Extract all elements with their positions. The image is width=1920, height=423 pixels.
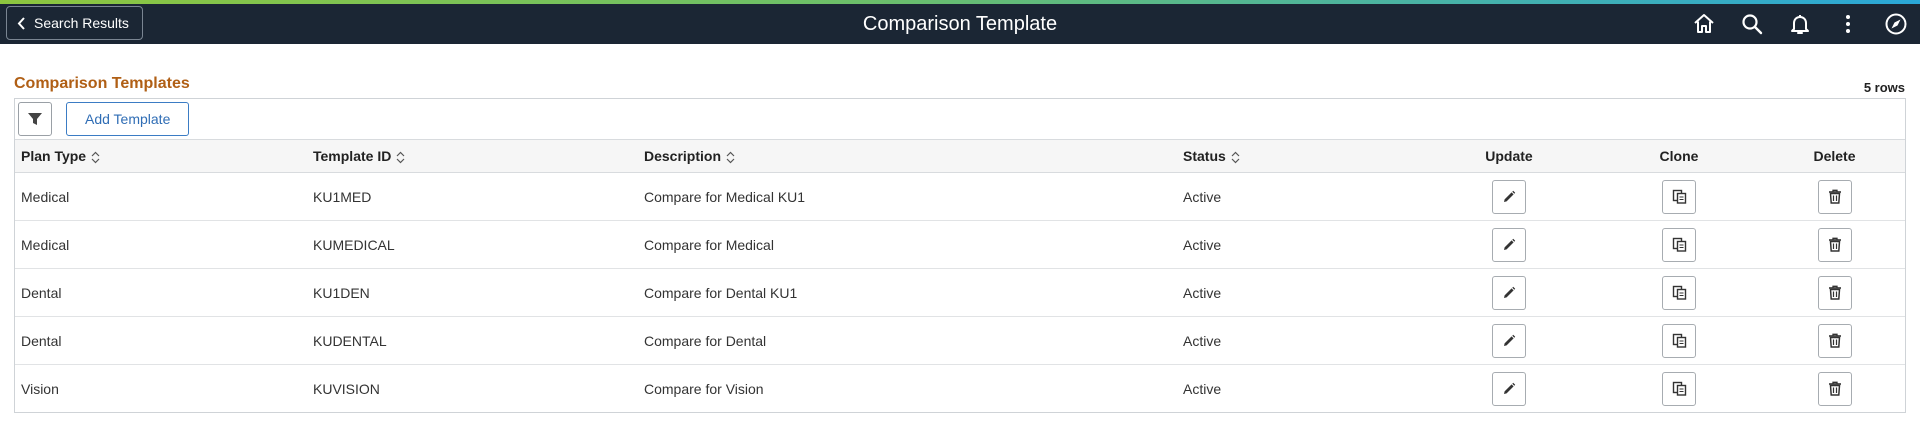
back-button[interactable]: Search Results (6, 6, 143, 40)
pencil-icon (1504, 334, 1516, 346)
col-header-clone: Clone (1594, 140, 1764, 173)
row-count: 5 rows (1863, 80, 1905, 95)
pencil-icon (1504, 190, 1516, 202)
clone-icon (1672, 333, 1686, 348)
cell-status: Active (1177, 172, 1424, 221)
cell-plan-type: Dental (15, 316, 307, 365)
delete-button[interactable] (1817, 323, 1852, 358)
cell-description: Compare for Vision (644, 380, 764, 397)
clone-button[interactable] (1662, 179, 1696, 214)
pencil-icon (1504, 238, 1516, 250)
col-header-plan-type[interactable]: Plan Type (15, 140, 307, 173)
table-row: Dental KU1DEN Compare for Dental KU1 Act… (15, 268, 1905, 317)
clone-button[interactable] (1662, 275, 1696, 310)
navbar-compass-icon (1885, 13, 1907, 35)
table-row: Vision KUVISION Compare for Vision Activ… (15, 365, 1905, 413)
cell-description: Compare for Medical (638, 220, 1177, 269)
trash-icon (1828, 237, 1841, 252)
add-template-button[interactable]: Add Template (66, 102, 190, 136)
table-row: Medical KUMEDICAL Compare for Medical Ac… (15, 220, 1905, 269)
home-button[interactable] (1680, 4, 1728, 44)
cell-plan-type: Vision (21, 380, 59, 397)
col-header-label: Description (644, 148, 722, 164)
page-title: Comparison Template (862, 13, 1058, 35)
update-button[interactable] (1492, 323, 1526, 358)
col-header-description[interactable]: Description (638, 140, 1177, 173)
table-header-row: Plan Type Template ID Description Status… (15, 140, 1905, 173)
cell-description: Compare for Dental KU1 (638, 268, 1177, 317)
table-row: Medical KU1MED Compare for Medical KU1 A… (15, 172, 1905, 221)
update-button[interactable] (1492, 227, 1526, 262)
table-row: Dental KUDENTAL Compare for Dental Activ… (15, 316, 1905, 365)
cell-description: Compare for Medical KU1 (638, 172, 1177, 221)
pencil-icon (1504, 382, 1516, 394)
cell-plan-type: Medical (15, 220, 307, 269)
search-button[interactable] (1728, 4, 1776, 44)
delete-button[interactable] (1817, 371, 1852, 406)
update-button[interactable] (1492, 371, 1526, 406)
cell-plan-type: Dental (15, 268, 307, 317)
trash-icon (1828, 381, 1841, 396)
templates-table: Plan Type Template ID Description Status… (15, 140, 1905, 412)
filter-icon (28, 113, 42, 125)
clone-icon (1672, 285, 1686, 300)
notifications-button[interactable] (1776, 4, 1824, 44)
col-header-label: Template ID (313, 148, 392, 164)
sort-icon (726, 151, 735, 164)
col-header-label: Plan Type (21, 148, 87, 164)
comparison-templates-grid: Add Template Plan Type Template ID Descr… (14, 98, 1906, 413)
pencil-icon (1504, 286, 1516, 298)
clone-icon (1672, 237, 1686, 252)
trash-icon (1828, 189, 1841, 204)
delete-button[interactable] (1817, 179, 1852, 214)
header-bar: Search Results Comparison Template (0, 4, 1920, 44)
actions-menu-icon (1846, 15, 1850, 33)
clone-button[interactable] (1662, 371, 1696, 406)
clone-icon (1672, 381, 1686, 396)
cell-template-id: KUMEDICAL (307, 220, 638, 269)
chevron-left-icon (17, 16, 25, 30)
trash-icon (1828, 333, 1841, 348)
cell-template-id: KU1DEN (307, 268, 638, 317)
update-button[interactable] (1492, 275, 1526, 310)
col-header-delete: Delete (1764, 140, 1905, 173)
grid-title: Comparison Templates (14, 75, 190, 92)
notifications-bell-icon (1791, 15, 1809, 34)
col-header-status[interactable]: Status (1177, 140, 1424, 173)
cell-status: Active (1177, 220, 1424, 269)
sort-icon (1231, 151, 1240, 164)
grid-toolbar: Add Template (15, 99, 1905, 140)
update-button[interactable] (1492, 179, 1526, 214)
trash-icon (1828, 285, 1841, 300)
clone-button[interactable] (1662, 323, 1696, 358)
col-header-update: Update (1424, 140, 1594, 173)
cell-description: Compare for Dental (638, 316, 1177, 365)
sort-icon (91, 151, 100, 164)
filter-button[interactable] (18, 102, 52, 136)
cell-status: Active (1177, 316, 1424, 365)
col-header-template-id[interactable]: Template ID (307, 140, 638, 173)
home-icon (1694, 14, 1714, 33)
actions-menu-button[interactable] (1824, 4, 1872, 44)
col-header-label: Status (1183, 148, 1226, 164)
delete-button[interactable] (1817, 275, 1852, 310)
clone-icon (1672, 189, 1686, 204)
clone-button[interactable] (1662, 227, 1696, 262)
cell-plan-type: Medical (15, 172, 307, 221)
delete-button[interactable] (1817, 227, 1852, 262)
cell-template-id: KU1MED (307, 172, 638, 221)
sort-icon (396, 151, 405, 164)
cell-template-id: KUVISION (313, 380, 380, 397)
cell-template-id: KUDENTAL (307, 316, 638, 365)
search-icon (1742, 14, 1763, 35)
cell-status: Active (1183, 380, 1222, 397)
back-button-label: Search Results (34, 15, 129, 31)
cell-status: Active (1177, 268, 1424, 317)
navbar-button[interactable] (1872, 4, 1920, 44)
